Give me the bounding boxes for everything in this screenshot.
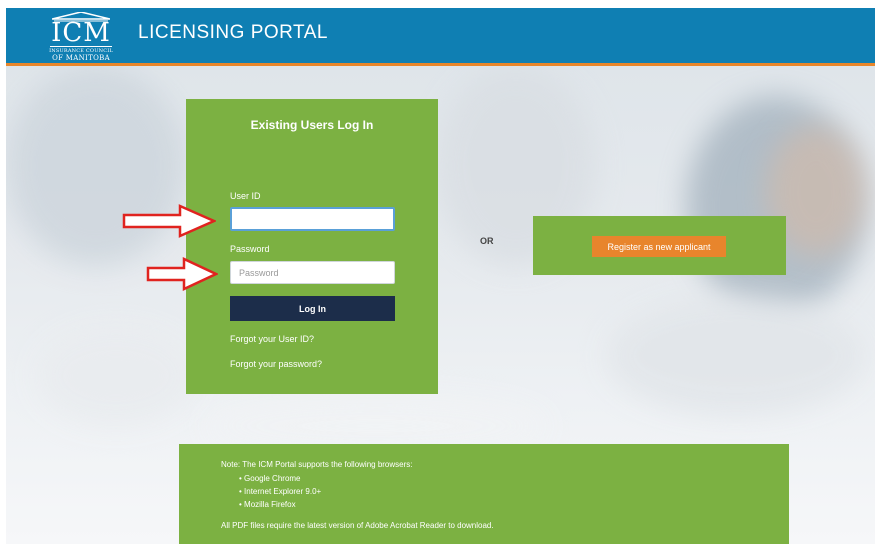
red-arrow-icon <box>146 257 218 291</box>
header-bar: ICM INSURANCE COUNCIL OF MANITOBA LICENS… <box>6 8 875 66</box>
login-panel-title: Existing Users Log In <box>250 118 374 132</box>
register-button[interactable]: Register as new applicant <box>592 236 726 257</box>
pdf-note: All PDF files require the latest version… <box>221 521 494 530</box>
browser-name: Mozilla Firefox <box>244 500 296 509</box>
user-id-label: User ID <box>230 191 261 201</box>
user-id-input[interactable] <box>230 207 395 231</box>
forgot-user-id-link[interactable]: Forgot your User ID? <box>230 334 314 344</box>
login-button[interactable]: Log In <box>230 296 395 321</box>
bg-shape <box>36 326 196 426</box>
browser-list-item: • Google Chrome <box>239 474 301 483</box>
password-label: Password <box>230 244 270 254</box>
browser-note-panel: Note: The ICM Portal supports the follow… <box>179 444 789 544</box>
logo-letters: ICM <box>51 18 111 48</box>
red-arrow-icon <box>122 204 216 238</box>
login-panel <box>186 99 438 394</box>
browser-list-item: • Internet Explorer 9.0+ <box>239 487 322 496</box>
icm-logo[interactable]: ICM INSURANCE COUNCIL OF MANITOBA <box>44 8 118 64</box>
forgot-password-link[interactable]: Forgot your password? <box>230 359 322 369</box>
logo-text-line2: OF MANITOBA <box>52 54 110 62</box>
browser-list-item: • Mozilla Firefox <box>239 500 296 509</box>
bg-shape <box>606 296 866 416</box>
page-title: LICENSING PORTAL <box>138 22 328 43</box>
logo-divider <box>50 46 112 47</box>
browser-name: Google Chrome <box>244 474 301 483</box>
or-divider-text: OR <box>480 236 494 246</box>
browser-name: Internet Explorer 9.0+ <box>244 487 322 496</box>
note-intro: Note: The ICM Portal supports the follow… <box>221 460 413 469</box>
password-input[interactable] <box>230 261 395 284</box>
